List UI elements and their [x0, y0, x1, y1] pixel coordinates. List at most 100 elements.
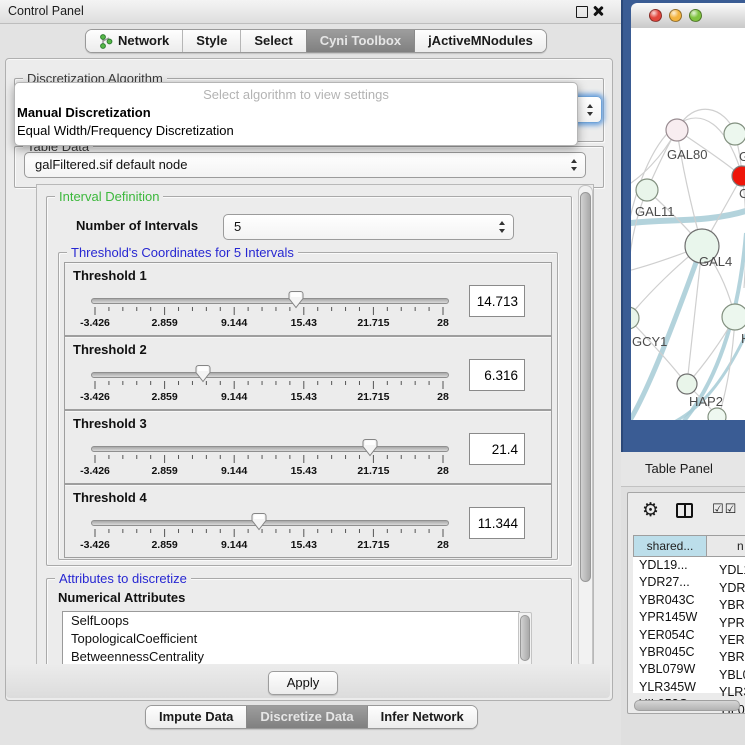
number-of-intervals-combo[interactable]: 5 [223, 214, 514, 240]
table-row[interactable]: YBR045CYBR0 [633, 644, 745, 661]
settings-vertical-scrollbar-thumb[interactable] [580, 192, 591, 582]
threshold-value-field[interactable]: 21.4 [469, 433, 525, 465]
network-node[interactable] [724, 123, 745, 145]
algorithm-popup-item[interactable]: Manual Discretization [17, 105, 151, 120]
threshold-panel: Threshold 3-3.4262.8599.14415.4321.71528… [64, 410, 552, 484]
slider-tick-label: 9.144 [221, 391, 247, 403]
slider-tick-label: 2.859 [151, 465, 177, 477]
threshold-value-field[interactable]: 6.316 [469, 359, 525, 391]
table-row[interactable]: YLR345WYLR3 [633, 679, 745, 696]
attribute-list-item[interactable]: SelfLoops [63, 612, 519, 630]
table-panel-title: Table Panel [645, 461, 713, 476]
table-horizontal-scrollbar-thumb[interactable] [634, 700, 740, 711]
network-node-label: C [739, 186, 745, 201]
attributes-group-label: Attributes to discretize [55, 571, 191, 586]
threshold-slider-thumb[interactable] [362, 438, 378, 457]
network-canvas[interactable]: GAL80GACGAL11GAL4GCY1HHAP2 [631, 28, 745, 420]
slider-tick-label: -3.426 [80, 317, 110, 329]
slider-tick-label: 15.43 [291, 317, 317, 329]
table-panel-header: Table Panel [621, 452, 745, 487]
tab-select[interactable]: Select [240, 30, 305, 52]
mac-minimize-icon[interactable] [669, 9, 682, 22]
threshold-slider-track[interactable] [91, 298, 449, 304]
network-node-label: GAL11 [635, 204, 675, 219]
numerical-attributes-list[interactable]: SelfLoopsTopologicalCoefficientBetweenne… [62, 611, 520, 668]
settings-vertical-scrollbar[interactable] [578, 185, 593, 669]
bottom-tab-infer-network[interactable]: Infer Network [367, 706, 477, 728]
threshold-slider-track[interactable] [91, 372, 449, 378]
mac-zoom-icon[interactable] [689, 9, 702, 22]
network-node[interactable] [722, 304, 745, 330]
threshold-value-field[interactable]: 11.344 [469, 507, 525, 539]
number-of-intervals-label: Number of Intervals [76, 218, 198, 233]
slider-tick-label: 21.715 [357, 539, 389, 551]
threshold-slider-thumb[interactable] [251, 512, 267, 531]
threshold-panel: Threshold 2-3.4262.8599.14415.4321.71528… [64, 336, 552, 410]
network-node-label: GCY1 [632, 334, 667, 349]
numerical-attributes-label: Numerical Attributes [58, 590, 185, 605]
threshold-panel: Threshold 1-3.4262.8599.14415.4321.71528… [64, 262, 552, 336]
table-data-combo-value: galFiltered.sif default node [35, 153, 187, 176]
network-node-label: H [741, 331, 745, 346]
tab-label: Select [254, 30, 292, 52]
tab-label: Network [118, 30, 169, 52]
attribute-list-item[interactable]: TopologicalCoefficient [63, 630, 519, 648]
slider-tick-label: 21.715 [357, 465, 389, 477]
network-graph: GAL80GACGAL11GAL4GCY1HHAP2 [631, 28, 745, 420]
table-row[interactable]: YER054CYER0 [633, 627, 745, 644]
network-node[interactable] [677, 374, 697, 394]
slider-tick-label: -3.426 [80, 539, 110, 551]
checkbox-icons[interactable]: ☑☑ [712, 501, 737, 517]
mac-close-icon[interactable] [649, 9, 662, 22]
table-row[interactable]: YBL079WYBL0 [633, 661, 745, 678]
slider-ticks [81, 529, 461, 538]
float-panel-icon[interactable] [576, 6, 588, 18]
slider-tick-label: 21.715 [357, 391, 389, 403]
control-panel-titlebar: Control Panel [0, 0, 621, 24]
tab-jactivemnodules[interactable]: jActiveMNodules [414, 30, 546, 52]
table-row[interactable]: YDR27...YDR2 [633, 574, 745, 591]
attributes-scrollbar[interactable] [518, 612, 532, 667]
slider-ticks [81, 307, 461, 316]
network-node[interactable] [666, 119, 688, 141]
tab-style[interactable]: Style [182, 30, 240, 52]
algorithm-popup-item[interactable]: Equal Width/Frequency Discretization [17, 123, 234, 138]
network-window-titlebar [631, 3, 745, 29]
tab-cyni-toolbox[interactable]: Cyni Toolbox [306, 30, 414, 52]
attributes-scrollbar-thumb[interactable] [520, 615, 530, 661]
table-row[interactable]: YDL19...YDL1 [633, 557, 745, 574]
threshold-label: Threshold 1 [73, 268, 147, 283]
tab-label: Style [196, 30, 227, 52]
split-pane-icon[interactable] [676, 503, 693, 518]
bottom-tab-impute-data[interactable]: Impute Data [146, 706, 246, 728]
network-node[interactable] [636, 179, 658, 201]
threshold-slider-thumb[interactable] [195, 364, 211, 383]
close-panel-icon[interactable] [592, 5, 604, 17]
table-cell: YER054C [633, 627, 711, 644]
slider-tick-label: 28 [437, 539, 449, 551]
slider-tick-label: 15.43 [291, 465, 317, 477]
network-node[interactable] [631, 307, 639, 329]
table-cell: YBR045C [633, 644, 711, 661]
network-edge [631, 318, 685, 382]
table-row[interactable]: YPR145WYPR1 [633, 609, 745, 626]
table-row[interactable]: YBR043CYBR0 [633, 592, 745, 609]
table-column-header[interactable]: n [707, 535, 745, 557]
bottom-tabs: Impute DataDiscretize DataInfer Network [145, 705, 478, 729]
bottom-tab-discretize-data[interactable]: Discretize Data [246, 706, 366, 728]
tab-network[interactable]: Network [86, 30, 182, 52]
table-data-combo[interactable]: galFiltered.sif default node [24, 152, 586, 178]
gear-icon[interactable]: ⚙ [642, 499, 659, 522]
slider-tick-label: 2.859 [151, 539, 177, 551]
threshold-value-field[interactable]: 14.713 [469, 285, 525, 317]
network-node[interactable] [708, 408, 726, 420]
table-column-header[interactable]: shared... [633, 535, 707, 557]
table-cell: YBR043C [633, 592, 711, 609]
table-cell: YPR145W [633, 609, 711, 626]
threshold-slider-track[interactable] [91, 446, 449, 452]
apply-button[interactable]: Apply [268, 671, 338, 695]
table-cell: YBL079W [633, 661, 711, 678]
threshold-slider-thumb[interactable] [288, 290, 304, 309]
threshold-slider-track[interactable] [91, 520, 449, 526]
network-node[interactable] [732, 166, 745, 186]
